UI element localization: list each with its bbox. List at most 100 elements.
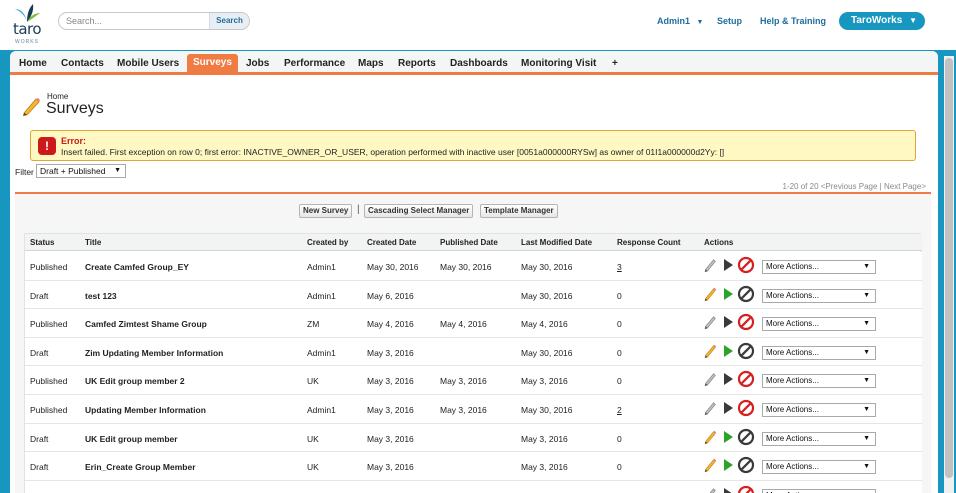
more-actions-select[interactable]: More Actions...▼	[762, 488, 876, 493]
table-row: Draft UK Edit group member UK May 3, 2016 Ma…	[25, 423, 922, 453]
deactivate-icon[interactable]	[737, 485, 755, 493]
cell-published-date: May 30, 2016	[440, 262, 492, 272]
edit-pencil-icon[interactable]	[702, 457, 718, 473]
deactivate-icon[interactable]	[737, 370, 755, 388]
more-actions-label: More Actions...	[766, 347, 819, 357]
more-actions-select[interactable]: More Actions...▼	[762, 260, 876, 274]
deactivate-icon[interactable]	[737, 256, 755, 274]
cell-last-modified: May 3, 2016	[521, 462, 568, 473]
chevron-down-icon: ▼	[863, 263, 870, 270]
publish-play-icon[interactable]	[720, 429, 736, 445]
tab-dashboards[interactable]: Dashboards	[444, 55, 514, 72]
deactivate-icon[interactable]	[737, 285, 755, 303]
tab-maps[interactable]: Maps	[352, 55, 390, 72]
surveys-table: Status Title Created by Created Date Pub…	[24, 233, 922, 493]
cell-title: UK Edit group member 2	[85, 376, 185, 387]
pagination[interactable]: 1-20 of 20 <Previous Page | Next Page>	[782, 182, 926, 191]
column-header-response-count[interactable]: Response Count	[617, 238, 681, 247]
scrollbar[interactable]	[944, 56, 954, 493]
cell-response-count: 0	[617, 319, 622, 330]
tab-jobs[interactable]: Jobs	[240, 55, 275, 72]
edit-pencil-icon[interactable]	[702, 371, 718, 387]
table-row: Draft Erin_Create Group Member UK May 3, 20…	[25, 452, 922, 481]
cell-created-date: May 3, 2016	[367, 347, 414, 358]
more-actions-label: More Actions...	[766, 433, 819, 443]
cascading-select-manager-button[interactable]: Cascading Select Manager	[364, 204, 474, 218]
column-header-last-modified[interactable]: Last Modified Date	[521, 238, 592, 247]
deactivate-icon[interactable]	[737, 313, 755, 331]
cell-created-date: May 3, 2016	[367, 405, 414, 415]
deactivate-icon[interactable]	[737, 342, 755, 360]
cell-last-modified: May 3, 2016	[521, 433, 568, 444]
filter-label: Filter	[15, 167, 34, 177]
tab-reports[interactable]: Reports	[392, 55, 442, 72]
tab-contacts[interactable]: Contacts	[55, 55, 110, 72]
setup-link[interactable]: Setup	[717, 16, 742, 26]
edit-pencil-icon[interactable]	[702, 400, 718, 416]
template-manager-button[interactable]: Template Manager	[480, 204, 558, 218]
app-switcher-button[interactable]: TaroWorks ▼	[839, 12, 925, 30]
cell-created-by: UK	[307, 433, 319, 444]
tab-add[interactable]: +	[606, 55, 624, 72]
help-training-link[interactable]: Help & Training	[760, 16, 826, 26]
table-row: Published Create Camfed Group_EY Admin1 May…	[25, 252, 922, 281]
cell-title: UK Edit group member	[85, 433, 178, 444]
user-menu[interactable]: Admin1 ▼	[657, 16, 703, 26]
scrollbar-thumb[interactable]	[945, 58, 953, 478]
cell-response-count[interactable]: 2	[617, 405, 622, 415]
cell-created-date: May 3, 2016	[367, 433, 414, 444]
search-box: Search	[58, 12, 250, 30]
column-header-published-date[interactable]: Published Date	[440, 238, 498, 247]
deactivate-icon[interactable]	[737, 399, 755, 417]
tab-monitoring-visit[interactable]: Monitoring Visit	[515, 55, 602, 72]
edit-pencil-icon[interactable]	[702, 486, 718, 493]
deactivate-icon[interactable]	[737, 428, 755, 446]
column-header-title[interactable]: Title	[85, 238, 101, 247]
column-header-created-by[interactable]: Created by	[307, 238, 348, 247]
chevron-down-icon: ▼	[863, 377, 870, 385]
tab-home[interactable]: Home	[13, 55, 53, 72]
cell-response-count: 0	[617, 290, 622, 301]
edit-pencil-icon[interactable]	[702, 343, 718, 359]
more-actions-select[interactable]: More Actions...▼	[762, 345, 876, 360]
taroworks-logo[interactable]: taro WORKS	[10, 3, 44, 47]
publish-play-icon[interactable]	[720, 257, 736, 273]
cell-status: Published	[30, 405, 68, 415]
publish-play-icon[interactable]	[720, 343, 736, 359]
logo-subtitle: WORKS	[15, 39, 39, 45]
cell-response-count[interactable]: 3	[617, 262, 622, 272]
more-actions-select[interactable]: More Actions...▼	[762, 317, 876, 332]
column-header-created-date[interactable]: Created Date	[367, 238, 416, 247]
cell-response-count: 0	[617, 433, 622, 444]
cell-created-date: May 4, 2016	[367, 319, 414, 330]
publish-play-icon[interactable]	[720, 400, 736, 416]
more-actions-select[interactable]: More Actions... ▼	[762, 374, 876, 389]
publish-play-icon[interactable]	[720, 486, 736, 493]
cell-published-date: May 3, 2016	[440, 405, 487, 415]
column-header-status[interactable]: Status	[30, 238, 54, 247]
filter-value: Draft + Published	[40, 166, 106, 176]
publish-play-icon[interactable]	[720, 286, 736, 302]
cell-created-by: Admin1	[307, 405, 336, 415]
more-actions-select[interactable]: More Actions...▼	[762, 288, 876, 303]
more-actions-select[interactable]: More Actions...▼	[762, 431, 876, 446]
publish-play-icon[interactable]	[720, 457, 736, 473]
publish-play-icon[interactable]	[720, 314, 736, 330]
tab-surveys[interactable]: Surveys	[187, 54, 238, 72]
filter-select[interactable]: Draft + Published ▼	[36, 164, 126, 178]
tab-performance[interactable]: Performance	[278, 55, 351, 72]
search-button[interactable]: Search	[209, 13, 249, 29]
edit-pencil-icon[interactable]	[702, 286, 718, 302]
more-actions-select[interactable]: More Actions...▼	[762, 403, 876, 417]
more-actions-select[interactable]: More Actions...▼	[762, 460, 876, 475]
search-input[interactable]	[66, 14, 206, 28]
edit-pencil-icon[interactable]	[702, 429, 718, 445]
more-actions-label: More Actions...	[766, 376, 819, 386]
new-survey-button[interactable]: New Survey	[299, 204, 353, 218]
publish-play-icon[interactable]	[720, 371, 736, 387]
edit-pencil-icon[interactable]	[702, 314, 718, 330]
edit-pencil-icon[interactable]	[702, 257, 718, 273]
error-icon: !	[38, 137, 56, 155]
tab-mobile-users[interactable]: Mobile Users	[111, 55, 185, 72]
deactivate-icon[interactable]	[737, 456, 755, 474]
